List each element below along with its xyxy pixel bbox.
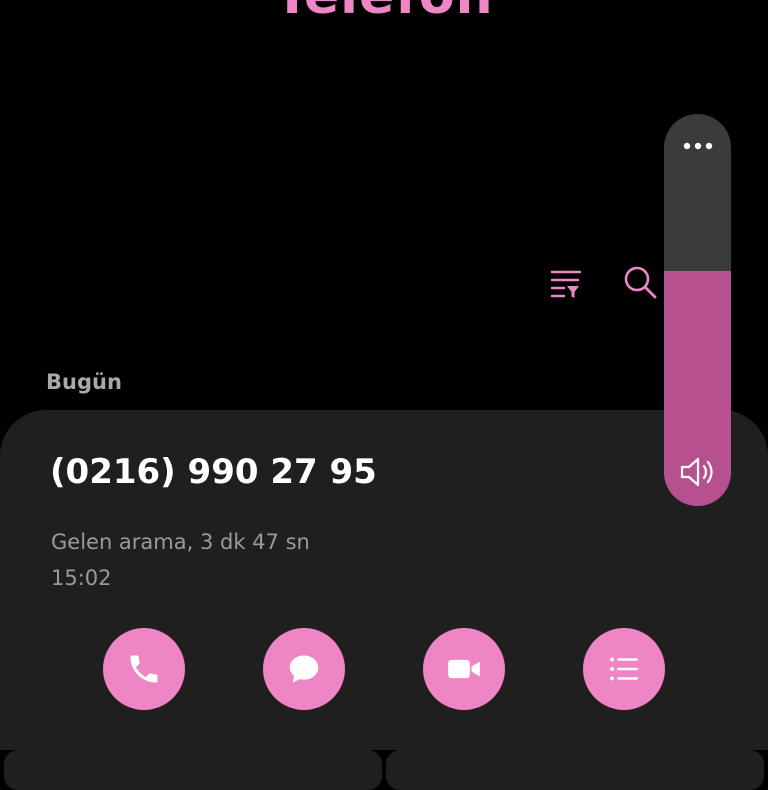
filter-list-icon[interactable] <box>546 264 586 304</box>
message-icon <box>289 655 319 683</box>
details-button[interactable] <box>583 628 665 710</box>
search-icon[interactable] <box>620 262 660 302</box>
message-button[interactable] <box>263 628 345 710</box>
video-call-icon <box>448 659 480 679</box>
phone-number: (0216) 990 27 95 <box>50 452 377 492</box>
call-detail: Gelen arama, 3 dk 47 sn <box>51 530 310 554</box>
call-button[interactable] <box>103 628 185 710</box>
video-call-button[interactable] <box>423 628 505 710</box>
call-time: 15:02 <box>51 566 112 590</box>
app-title: Telefon <box>0 0 768 26</box>
section-header-today: Bugün <box>46 370 122 394</box>
more-horizontal-icon[interactable] <box>664 134 731 158</box>
bottom-card-left[interactable] <box>4 750 382 790</box>
phone-icon <box>130 655 158 683</box>
volume-slider[interactable] <box>664 114 731 506</box>
details-list-icon <box>610 657 638 681</box>
bottom-card-right[interactable] <box>386 750 764 790</box>
speaker-icon[interactable] <box>664 452 731 492</box>
